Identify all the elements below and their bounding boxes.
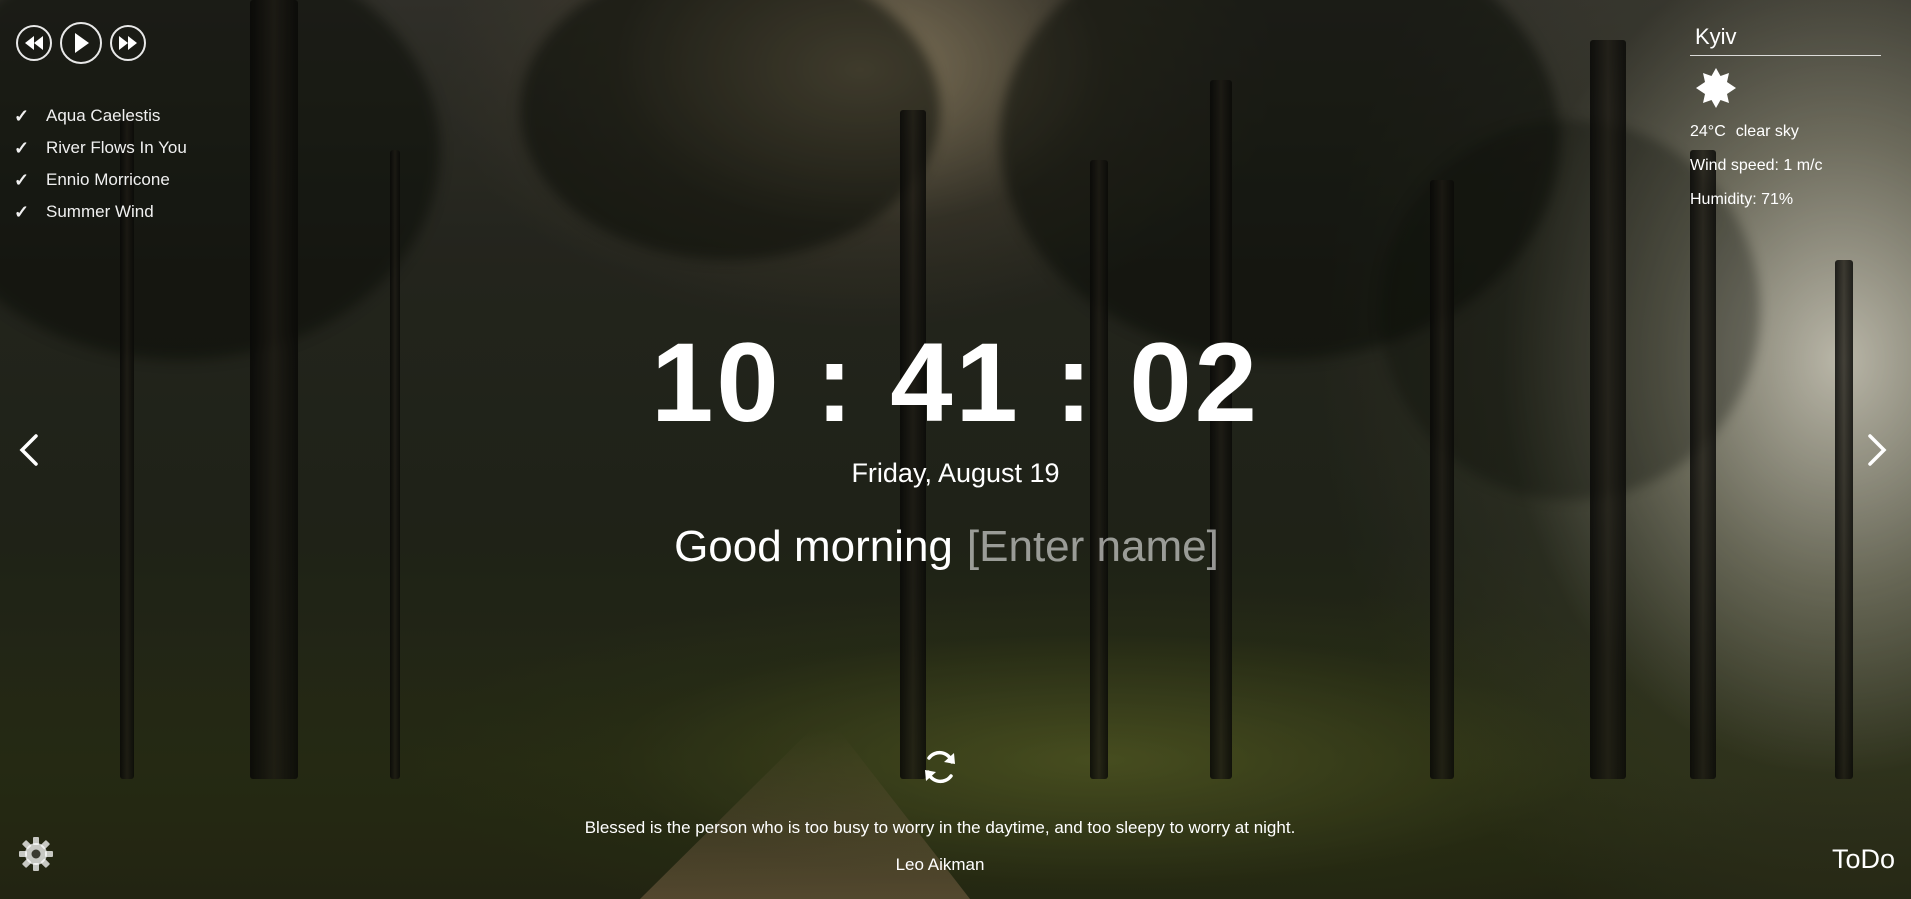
audio-player (16, 22, 146, 64)
city-input[interactable]: Kyiv (1690, 22, 1881, 56)
track-title: Aqua Caelestis (46, 106, 161, 125)
playlist-item[interactable]: ✓ Summer Wind (14, 196, 187, 228)
clock-date: Friday, August 19 (851, 458, 1060, 488)
quote-author: Leo Aikman (895, 855, 985, 874)
clear-sky-sun-icon (1696, 68, 1736, 108)
clock-time: 10 : 41 : 02 (651, 320, 1260, 445)
check-icon: ✓ (14, 169, 30, 190)
humidity: Humidity: 71% (1690, 191, 1794, 208)
weather-widget: Kyiv 24°C clear sky Wind speed: 1 m/c Hum… (1690, 22, 1881, 217)
wind-speed: Wind speed: 1 m/c (1690, 157, 1823, 174)
quote-text: Blessed is the person who is too busy to… (584, 818, 1296, 837)
rewind-icon (25, 36, 43, 50)
greeting-text: Good morning (674, 522, 953, 571)
playlist-item[interactable]: ✓ Aqua Caelestis (14, 100, 187, 132)
settings-button[interactable] (18, 836, 54, 872)
track-title: River Flows In You (46, 138, 187, 157)
change-quote-button[interactable] (920, 747, 960, 787)
name-input[interactable] (966, 522, 1237, 572)
check-icon: ✓ (14, 137, 30, 158)
track-title: Summer Wind (46, 202, 154, 221)
previous-track-button[interactable] (16, 25, 52, 61)
refresh-icon (926, 750, 954, 784)
check-icon: ✓ (14, 201, 30, 222)
greeting: Good morning (0, 522, 1911, 572)
next-track-button[interactable] (110, 25, 146, 61)
todo-button[interactable]: ToDo (1832, 844, 1895, 875)
play-icon (75, 33, 89, 53)
playlist: ✓ Aqua Caelestis ✓ River Flows In You ✓ … (14, 100, 187, 228)
temperature: 24°C (1690, 123, 1726, 140)
check-icon: ✓ (14, 105, 30, 126)
playlist-item[interactable]: ✓ Ennio Morricone (14, 164, 187, 196)
fast-forward-icon (119, 36, 137, 50)
playlist-item[interactable]: ✓ River Flows In You (14, 132, 187, 164)
background-image: ✓ Aqua Caelestis ✓ River Flows In You ✓ … (0, 0, 1911, 899)
weather-description: clear sky (1735, 123, 1799, 140)
weather-summary: 24°C clear sky (1690, 115, 1881, 149)
play-button[interactable] (60, 22, 102, 64)
track-title: Ennio Morricone (46, 170, 170, 189)
